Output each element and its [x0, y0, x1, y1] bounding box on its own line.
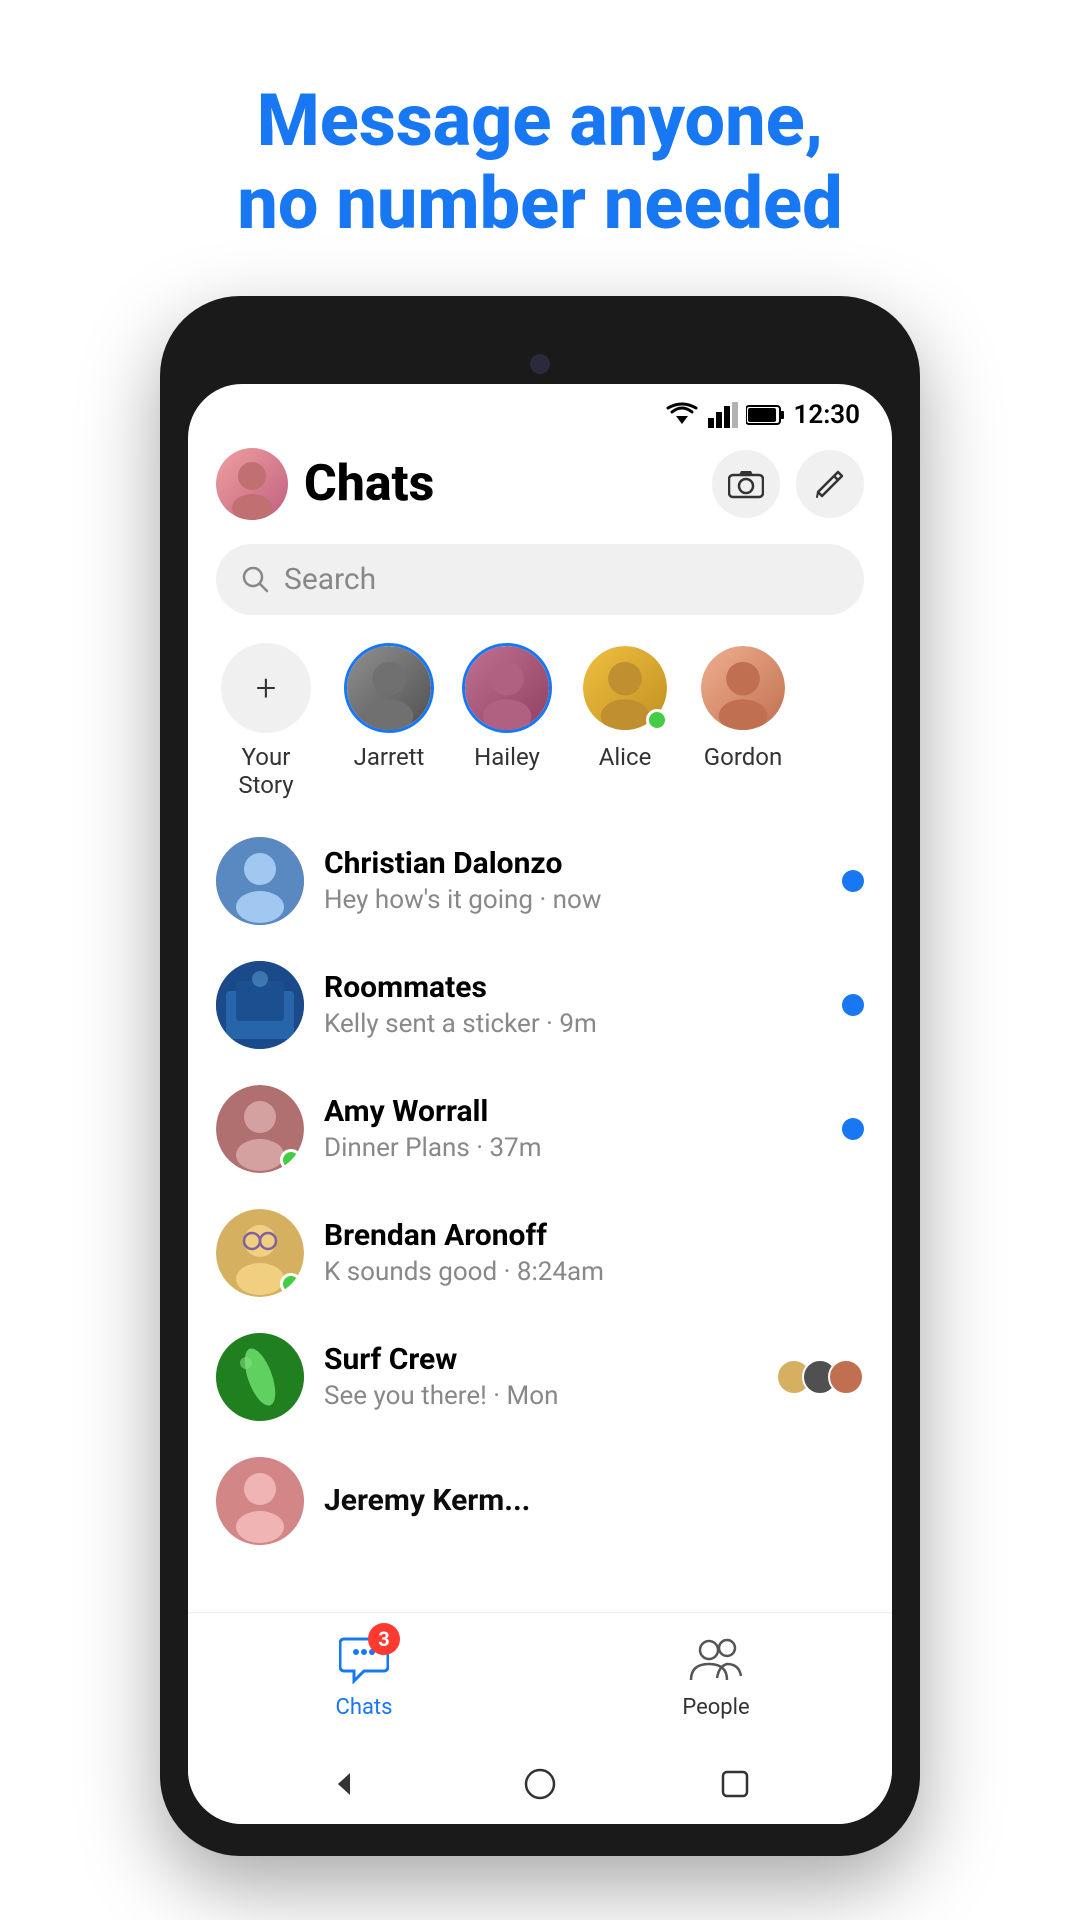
- chat-online-dot-brendan: [280, 1273, 302, 1295]
- status-time: 12:30: [794, 400, 861, 430]
- search-bar-container: Search: [188, 536, 892, 631]
- chats-badge: 3: [368, 1623, 400, 1655]
- chat-preview-surf: See you there! · Mon: [324, 1381, 756, 1411]
- story-label-alice: Alice: [599, 743, 652, 771]
- chat-name-brendan: Brendan Aronoff: [324, 1218, 864, 1253]
- stories-row: + Your Story: [188, 631, 892, 819]
- chat-unread-christian: [842, 870, 864, 892]
- chat-item-christian[interactable]: Christian Dalonzo Hey how's it going · n…: [188, 819, 892, 943]
- chat-info-amy: Amy Worrall Dinner Plans · 37m: [324, 1094, 822, 1163]
- story-avatar-gordon: [698, 643, 788, 733]
- chat-avatar-roommates: [216, 961, 304, 1049]
- chat-item-brendan[interactable]: Brendan Aronoff K sounds good · 8:24am: [188, 1191, 892, 1315]
- chat-list: Christian Dalonzo Hey how's it going · n…: [188, 819, 892, 1612]
- camera-icon: [728, 469, 764, 499]
- recents-icon: [721, 1770, 749, 1798]
- nav-item-chats[interactable]: 3 Chats: [188, 1629, 540, 1720]
- chat-preview-christian: Hey how's it going · now: [324, 885, 822, 915]
- phone-device: 12:30 Chats: [160, 296, 920, 1856]
- chat-info-roommates: Roommates Kelly sent a sticker · 9m: [324, 970, 822, 1039]
- story-avatar-wrap-hailey: [462, 643, 552, 733]
- chat-item-surf[interactable]: Surf Crew See you there! · Mon: [188, 1315, 892, 1439]
- edit-icon: [814, 468, 846, 500]
- chat-item-jeremy[interactable]: Jeremy Kerm...: [188, 1439, 892, 1563]
- app-title: Chats: [304, 455, 696, 513]
- chat-online-dot-amy: [280, 1149, 302, 1171]
- story-avatar-wrap-alice: [580, 643, 670, 733]
- chat-avatar-surf: [216, 1333, 304, 1421]
- story-add-button[interactable]: +: [221, 643, 311, 733]
- signal-icon: [708, 402, 738, 428]
- story-avatar-jarrett: [344, 643, 434, 733]
- battery-icon: [746, 404, 786, 426]
- story-avatar-wrap-jarrett: [344, 643, 434, 733]
- chat-preview-brendan: K sounds good · 8:24am: [324, 1257, 864, 1287]
- page-wrapper: Message anyone,no number needed: [0, 0, 1080, 1920]
- story-label-hailey: Hailey: [474, 743, 540, 771]
- compose-button[interactable]: [796, 450, 864, 518]
- chat-name-christian: Christian Dalonzo: [324, 846, 822, 881]
- group-mini-avatar-3: [828, 1359, 864, 1395]
- status-icons: 12:30: [664, 400, 861, 430]
- chat-avatar-jeremy: [216, 1457, 304, 1545]
- chats-nav-label: Chats: [336, 1695, 393, 1720]
- home-button[interactable]: [520, 1764, 560, 1804]
- chat-info-brendan: Brendan Aronoff K sounds good · 8:24am: [324, 1218, 864, 1287]
- nav-icon-wrap-chats: 3: [334, 1629, 394, 1689]
- people-nav-icon: [689, 1636, 743, 1682]
- story-item-your-story[interactable]: + Your Story: [216, 643, 316, 799]
- bottom-nav: 3 Chats People: [188, 1612, 892, 1750]
- story-avatar-hailey: [462, 643, 552, 733]
- user-avatar[interactable]: [216, 448, 288, 520]
- story-item-gordon[interactable]: Gordon: [698, 643, 788, 799]
- chat-name-roommates: Roommates: [324, 970, 822, 1005]
- nav-icon-wrap-people: [686, 1629, 746, 1689]
- chat-avatar-brendan: [216, 1209, 304, 1297]
- chat-info-surf: Surf Crew See you there! · Mon: [324, 1342, 756, 1411]
- story-label-jarrett: Jarrett: [354, 743, 425, 771]
- recents-button[interactable]: [715, 1764, 755, 1804]
- chat-unread-amy: [842, 1118, 864, 1140]
- chat-preview-amy: Dinner Plans · 37m: [324, 1133, 822, 1163]
- search-icon: [240, 564, 270, 594]
- back-button[interactable]: [325, 1764, 365, 1804]
- phone-camera: [530, 354, 550, 374]
- story-item-alice[interactable]: Alice: [580, 643, 670, 799]
- chat-preview-roommates: Kelly sent a sticker · 9m: [324, 1009, 822, 1039]
- people-nav-label: People: [682, 1695, 749, 1720]
- chat-item-roommates[interactable]: Roommates Kelly sent a sticker · 9m: [188, 943, 892, 1067]
- story-avatar-wrap-gordon: [698, 643, 788, 733]
- app-header: Chats: [188, 438, 892, 536]
- chat-avatar-christian: [216, 837, 304, 925]
- chat-unread-roommates: [842, 994, 864, 1016]
- chat-info-christian: Christian Dalonzo Hey how's it going · n…: [324, 846, 822, 915]
- system-nav: [188, 1750, 892, 1824]
- chat-name-amy: Amy Worrall: [324, 1094, 822, 1129]
- headline: Message anyone,no number needed: [177, 0, 902, 296]
- story-label-your-story: Your Story: [216, 743, 316, 799]
- wifi-icon: [664, 402, 700, 428]
- chat-item-amy[interactable]: Amy Worrall Dinner Plans · 37m: [188, 1067, 892, 1191]
- story-item-jarrett[interactable]: Jarrett: [344, 643, 434, 799]
- status-bar: 12:30: [188, 384, 892, 438]
- search-placeholder: Search: [284, 562, 376, 597]
- phone-notch: [440, 324, 640, 342]
- nav-item-people[interactable]: People: [540, 1629, 892, 1720]
- camera-button[interactable]: [712, 450, 780, 518]
- phone-screen: 12:30 Chats: [188, 384, 892, 1824]
- chat-group-avatars-surf: [776, 1359, 864, 1395]
- chat-name-surf: Surf Crew: [324, 1342, 756, 1377]
- story-online-dot-alice: [646, 709, 668, 731]
- search-bar[interactable]: Search: [216, 544, 864, 615]
- chat-info-jeremy: Jeremy Kerm...: [324, 1483, 864, 1518]
- story-item-hailey[interactable]: Hailey: [462, 643, 552, 799]
- chat-name-jeremy: Jeremy Kerm...: [324, 1483, 864, 1518]
- story-label-gordon: Gordon: [704, 743, 782, 771]
- chat-avatar-amy: [216, 1085, 304, 1173]
- back-icon: [330, 1769, 360, 1799]
- home-icon: [523, 1767, 557, 1801]
